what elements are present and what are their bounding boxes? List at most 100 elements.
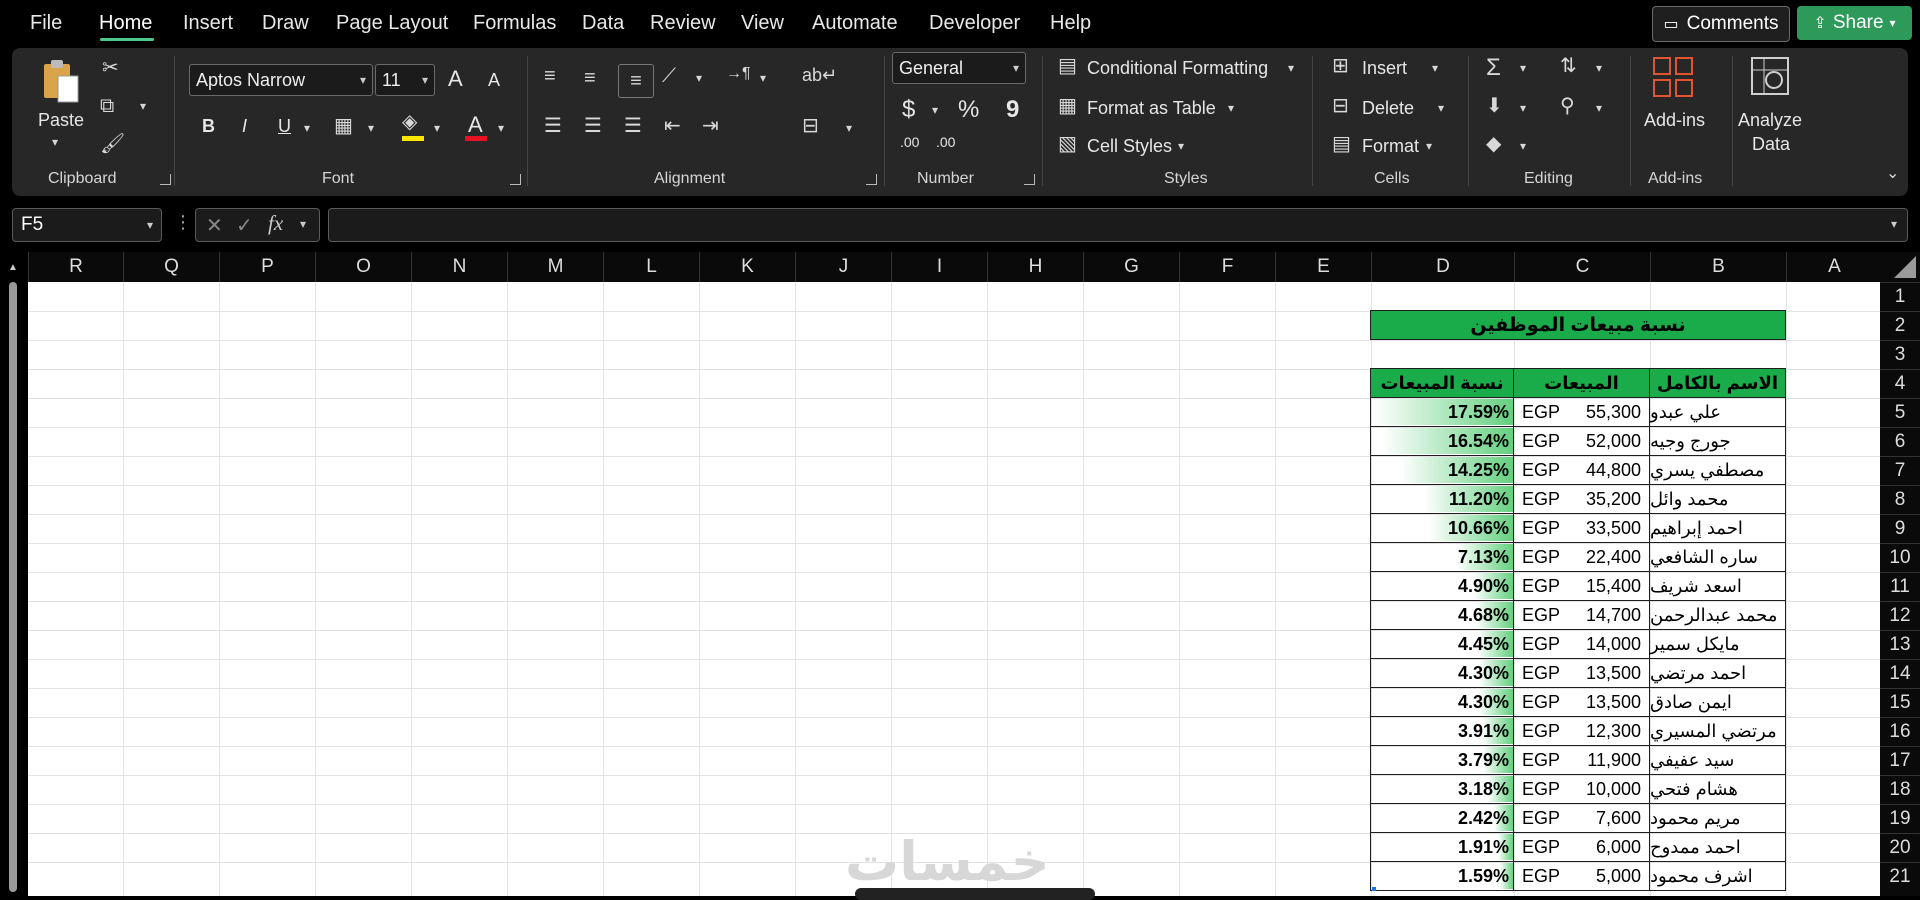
column-header-m[interactable]: M — [507, 252, 603, 282]
sales-cell[interactable]: EGP 11,900 — [1513, 745, 1650, 775]
row-header-6[interactable]: 6 — [1880, 427, 1920, 456]
chevron-down-icon[interactable]: ▾ — [1438, 102, 1444, 114]
name-cell[interactable]: احمد مرتضي — [1649, 658, 1786, 688]
add-ins-button[interactable]: Add-ins — [1644, 110, 1705, 131]
vertical-scrollbar[interactable]: ▲ — [8, 262, 18, 896]
chevron-down-icon[interactable]: ▾ — [300, 217, 306, 231]
menu-view[interactable]: View — [741, 12, 784, 35]
align-right-icon[interactable]: ☰ — [624, 116, 642, 136]
align-middle-icon[interactable]: ≡ — [584, 68, 596, 88]
analyze-data-icon[interactable] — [1750, 56, 1792, 98]
chevron-down-icon[interactable]: ▾ — [846, 122, 852, 134]
wrap-text-icon[interactable]: ab↵ — [802, 66, 837, 84]
row-header-17[interactable]: 17 — [1880, 746, 1920, 775]
row-header-11[interactable]: 11 — [1880, 572, 1920, 601]
collapse-ribbon-icon[interactable]: ⌄ — [1886, 166, 1899, 182]
cell-styles-icon[interactable]: ▧ — [1058, 134, 1077, 154]
column-header-l[interactable]: L — [603, 252, 699, 282]
name-cell[interactable]: اسعد شريف — [1649, 571, 1786, 601]
column-header-a[interactable]: A — [1786, 252, 1882, 282]
row-header-4[interactable]: 4 — [1880, 369, 1920, 398]
format-as-table-icon[interactable]: ▦ — [1058, 96, 1077, 116]
column-header-c[interactable]: C — [1514, 252, 1650, 282]
name-cell[interactable]: جورج وجيه — [1649, 426, 1786, 456]
menu-home[interactable]: Home — [99, 12, 152, 35]
pct-cell[interactable]: 3.79% — [1370, 745, 1514, 775]
pct-cell[interactable]: 17.59% — [1370, 397, 1514, 427]
increase-decimal-button[interactable]: .00 — [900, 134, 919, 150]
underline-button[interactable]: U — [278, 116, 291, 137]
font-color-button[interactable]: A — [468, 112, 483, 138]
chevron-down-icon[interactable]: ▾ — [304, 122, 310, 134]
pct-cell[interactable]: 14.25% — [1370, 455, 1514, 485]
name-cell[interactable]: علي عبدو — [1649, 397, 1786, 427]
enter-icon[interactable]: ✓ — [236, 213, 253, 238]
sales-cell[interactable]: EGP 55,300 — [1513, 397, 1650, 427]
column-header-p[interactable]: P — [219, 252, 315, 282]
chevron-down-icon[interactable]: ▾ — [1520, 140, 1526, 152]
menu-insert[interactable]: Insert — [183, 12, 233, 35]
column-header-q[interactable]: Q — [123, 252, 219, 282]
chevron-down-icon[interactable]: ▾ — [368, 122, 374, 134]
pct-cell[interactable]: 3.18% — [1370, 774, 1514, 804]
name-cell[interactable]: محمد عبدالرحمن — [1649, 600, 1786, 630]
clear-icon[interactable]: ◆ — [1486, 134, 1501, 154]
column-header-o[interactable]: O — [315, 252, 411, 282]
chevron-down-icon[interactable]: ▾ — [760, 72, 766, 84]
name-cell[interactable]: مريم محمود — [1649, 803, 1786, 833]
row-header-15[interactable]: 15 — [1880, 688, 1920, 717]
font-family-select[interactable]: Aptos Narrow ▾ — [189, 64, 373, 96]
name-cell[interactable]: سيد عفيفي — [1649, 745, 1786, 775]
chevron-down-icon[interactable]: ▾ — [1520, 62, 1526, 74]
scroll-up-icon[interactable]: ▲ — [8, 262, 18, 273]
menu-automate[interactable]: Automate — [812, 12, 898, 35]
align-center-icon[interactable]: ☰ — [584, 116, 602, 136]
pct-cell[interactable]: 2.42% — [1370, 803, 1514, 833]
menu-formulas[interactable]: Formulas — [473, 12, 556, 35]
fill-color-icon[interactable]: ◈ — [402, 112, 417, 132]
sales-cell[interactable]: EGP 13,500 — [1513, 687, 1650, 717]
menu-review[interactable]: Review — [650, 12, 716, 35]
font-size-select[interactable]: 11 ▾ — [375, 64, 435, 96]
select-all-corner[interactable] — [1880, 252, 1920, 282]
pct-cell[interactable]: 10.66% — [1370, 513, 1514, 543]
chevron-down-icon[interactable]: ▾ — [1520, 102, 1526, 114]
insert-cells-button[interactable]: Insert — [1362, 58, 1407, 79]
formula-input[interactable]: ▾ — [328, 208, 1908, 242]
dialog-launcher-icon[interactable] — [510, 174, 521, 185]
sales-cell[interactable]: EGP 35,200 — [1513, 484, 1650, 514]
pct-cell[interactable]: 16.54% — [1370, 426, 1514, 456]
row-header-16[interactable]: 16 — [1880, 717, 1920, 746]
grow-font-button[interactable]: A — [448, 66, 463, 92]
italic-button[interactable]: I — [242, 116, 247, 137]
bold-button[interactable]: B — [202, 116, 215, 137]
chevron-down-icon[interactable]: ▾ — [52, 136, 58, 148]
sales-cell[interactable]: EGP 33,500 — [1513, 513, 1650, 543]
insert-function-icon[interactable]: fx — [268, 211, 283, 236]
pct-cell[interactable]: 11.20% — [1370, 484, 1514, 514]
comments-button[interactable]: ▭ Comments — [1652, 6, 1790, 42]
percent-button[interactable]: % — [958, 96, 979, 124]
find-select-icon[interactable]: ⚲ — [1560, 96, 1575, 116]
borders-icon[interactable]: ▦ — [334, 116, 353, 136]
comma-style-button[interactable]: 9 — [1006, 96, 1019, 124]
row-header-2[interactable]: 2 — [1880, 311, 1920, 340]
more-options-icon[interactable]: ⋮ — [174, 212, 192, 233]
sales-cell[interactable]: EGP 7,600 — [1513, 803, 1650, 833]
pct-cell[interactable]: 1.59% — [1370, 861, 1514, 891]
chevron-down-icon[interactable]: ▾ — [434, 122, 440, 134]
header-sales[interactable]: المبيعات — [1513, 368, 1650, 398]
delete-cells-icon[interactable]: ⊟ — [1332, 96, 1349, 116]
column-header-e[interactable]: E — [1275, 252, 1371, 282]
sales-cell[interactable]: EGP 52,000 — [1513, 426, 1650, 456]
name-cell[interactable]: اشرف محمود — [1649, 861, 1786, 891]
share-button[interactable]: ⇪ Share ▾ — [1797, 6, 1912, 40]
chevron-down-icon[interactable]: ▾ — [1228, 102, 1234, 114]
increase-indent-icon[interactable]: ⇥ — [702, 116, 719, 136]
sales-cell[interactable]: EGP 5,000 — [1513, 861, 1650, 891]
dialog-launcher-icon[interactable] — [160, 174, 171, 185]
dialog-launcher-icon[interactable] — [1024, 174, 1035, 185]
column-header-r[interactable]: R — [28, 252, 123, 282]
row-header-21[interactable]: 21 — [1880, 862, 1920, 891]
pct-cell[interactable]: 4.30% — [1370, 687, 1514, 717]
